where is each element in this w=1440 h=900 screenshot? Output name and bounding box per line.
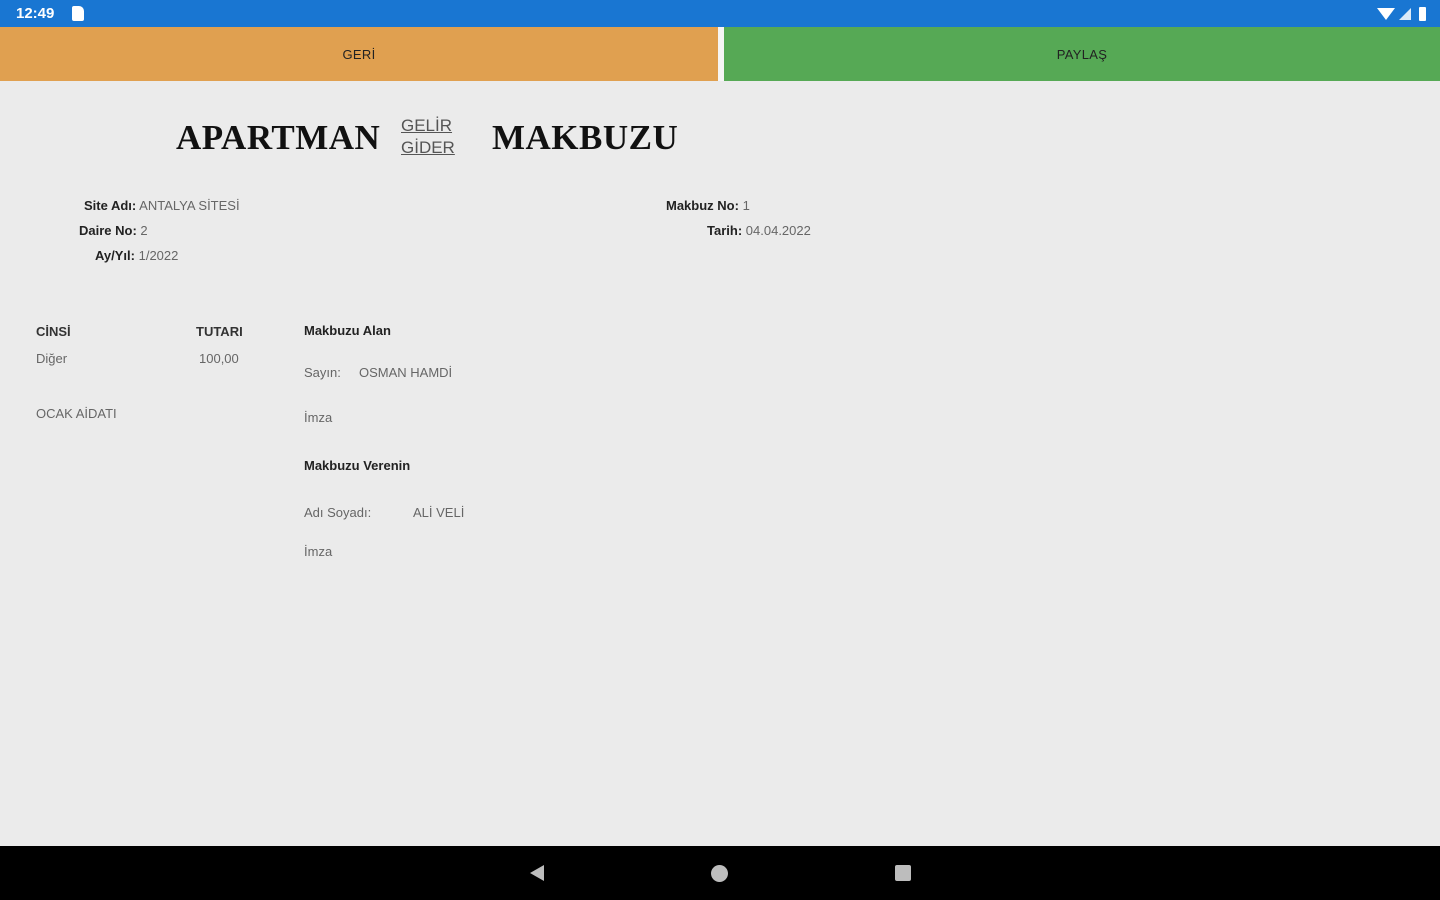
ay-yil-label: Ay/Yıl: — [95, 248, 135, 263]
home-icon[interactable] — [711, 865, 728, 882]
item-tutari: 100,00 — [199, 351, 239, 366]
daire-value: 2 — [140, 223, 148, 238]
receiver-imza: İmza — [304, 410, 333, 425]
receiver-heading: Makbuzu Alan — [304, 323, 391, 338]
daire-field: Daire No: 2 — [79, 223, 148, 238]
tarih-field: Tarih: 04.04.2022 — [707, 223, 811, 238]
column-header-tutari: TUTARI — [196, 324, 243, 339]
back-icon[interactable] — [530, 865, 544, 881]
title-apartman: APARTMAN — [176, 118, 381, 157]
signal-icon — [1399, 8, 1411, 20]
site-label: Site Adı: — [84, 198, 137, 213]
giver-adsoyad-value: ALİ VELİ — [413, 505, 465, 520]
battery-icon — [1419, 7, 1426, 21]
giver-heading: Makbuzu Verenin — [304, 458, 411, 473]
navigation-bar — [0, 846, 1440, 900]
daire-label: Daire No: — [79, 223, 137, 238]
makbuz-no-label: Makbuz No: — [666, 198, 739, 213]
type-option-gelir[interactable]: GELİR — [401, 116, 452, 136]
status-bar: 12:49 — [0, 0, 1440, 27]
sd-card-icon — [72, 6, 84, 21]
recents-icon[interactable] — [895, 865, 911, 881]
tarih-value: 04.04.2022 — [745, 223, 811, 238]
share-button[interactable]: PAYLAŞ — [724, 27, 1440, 81]
giver-imza: İmza — [304, 544, 333, 559]
column-header-cinsi: CİNSİ — [36, 324, 71, 339]
tarih-label: Tarih: — [707, 223, 743, 238]
receiver-sayin-label: Sayın: — [304, 365, 341, 380]
ay-yil-value: 1/2022 — [138, 248, 179, 263]
makbuz-no-value: 1 — [742, 198, 750, 213]
item-cinsi: Diğer — [36, 351, 68, 366]
giver-adsoyad-label: Adı Soyadı: — [304, 505, 372, 520]
site-field: Site Adı: ANTALYA SİTESİ — [84, 198, 240, 213]
type-option-gider[interactable]: GİDER — [401, 138, 455, 158]
makbuz-no-field: Makbuz No: 1 — [666, 198, 750, 213]
title-makbuzu: MAKBUZU — [492, 118, 679, 157]
status-icons — [1377, 6, 1426, 22]
item-description: OCAK AİDATI — [36, 406, 117, 421]
receiver-sayin-value: OSMAN HAMDİ — [359, 365, 453, 380]
status-time: 12:49 — [16, 5, 55, 22]
ay-yil-field: Ay/Yıl: 1/2022 — [95, 248, 178, 263]
wifi-icon — [1377, 8, 1395, 20]
site-value: ANTALYA SİTESİ — [139, 198, 240, 213]
back-button[interactable]: GERİ — [0, 27, 718, 81]
